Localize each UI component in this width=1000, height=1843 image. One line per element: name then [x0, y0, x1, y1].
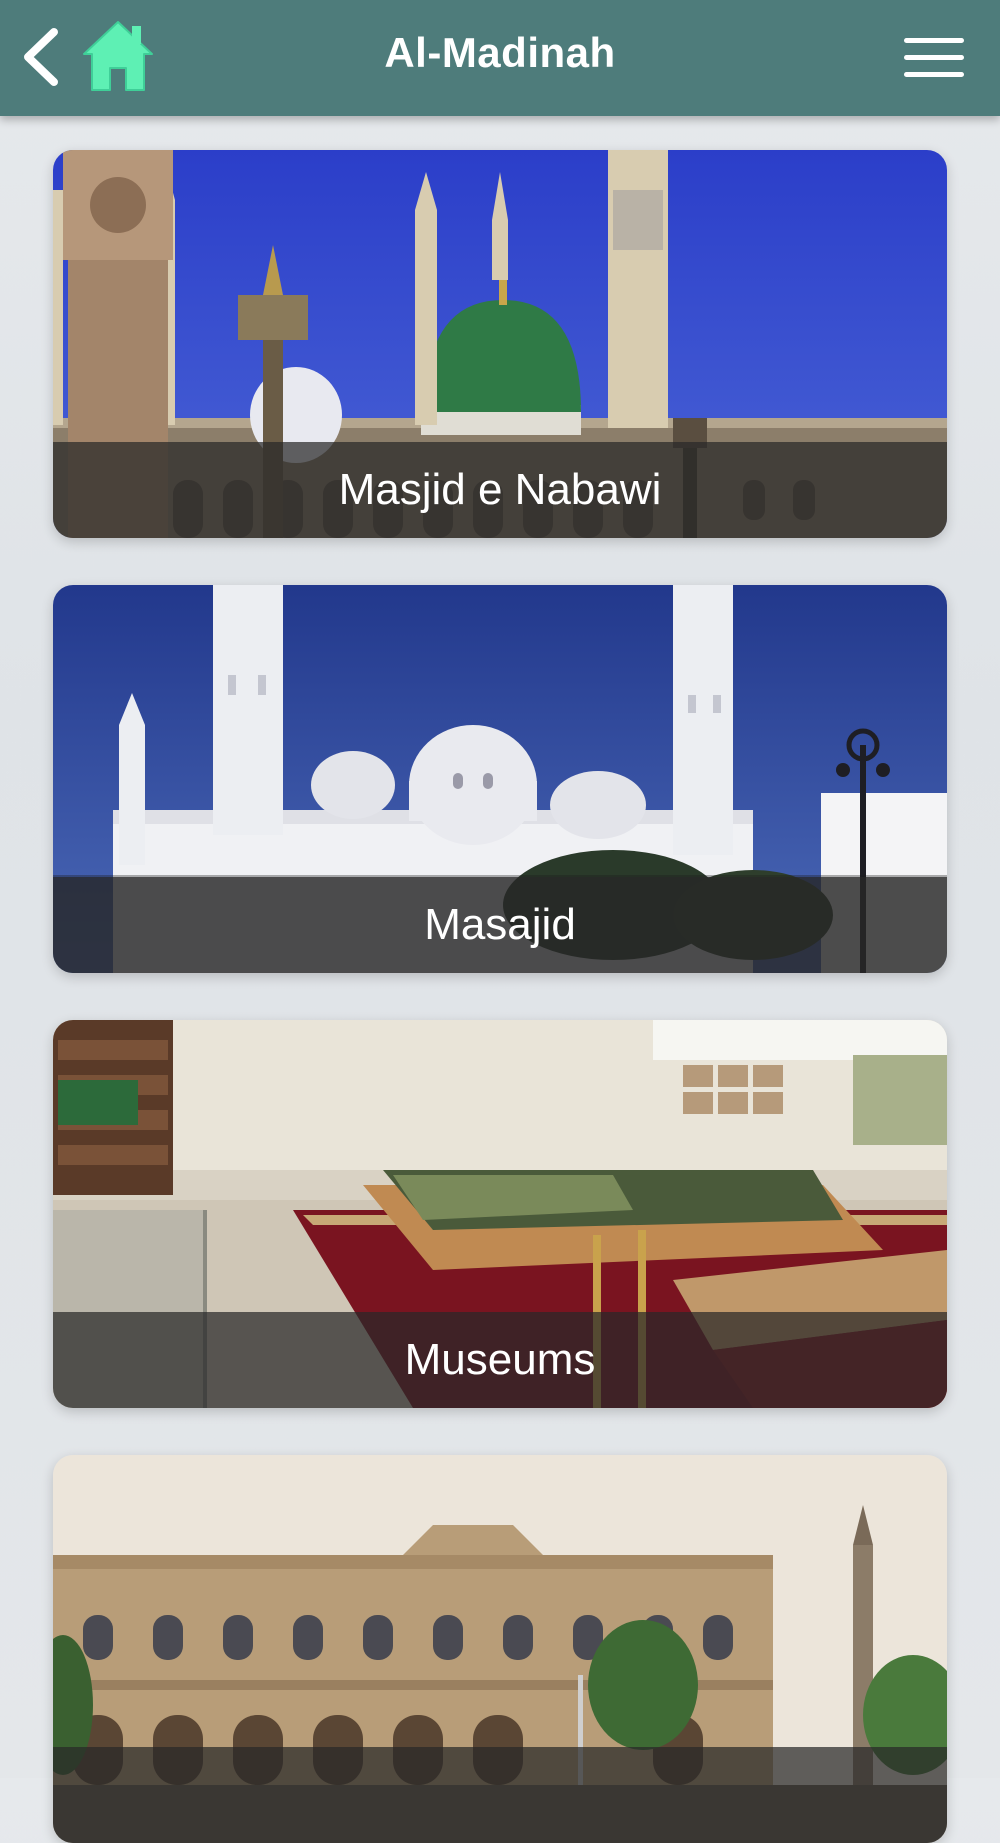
home-icon	[83, 21, 153, 91]
category-card-landmarks[interactable]	[53, 1455, 947, 1843]
app-header: Al-Madinah	[0, 0, 1000, 116]
chevron-left-icon	[24, 28, 58, 86]
category-card-masjid-e-nabawi[interactable]: Masjid e Nabawi	[53, 150, 947, 538]
back-button[interactable]	[18, 22, 68, 92]
menu-line	[904, 72, 964, 77]
menu-line	[904, 55, 964, 60]
page-title: Al-Madinah	[384, 29, 616, 76]
home-button[interactable]	[80, 16, 156, 96]
menu-button[interactable]	[898, 34, 968, 82]
category-label: Museums	[404, 1335, 596, 1384]
category-label: Masajid	[424, 900, 576, 949]
category-label	[53, 1747, 947, 1843]
category-card-masajid[interactable]: Masajid	[53, 585, 947, 973]
menu-line	[904, 38, 964, 43]
category-label: Masjid e Nabawi	[338, 465, 662, 514]
category-card-museums[interactable]: Museums	[53, 1020, 947, 1408]
